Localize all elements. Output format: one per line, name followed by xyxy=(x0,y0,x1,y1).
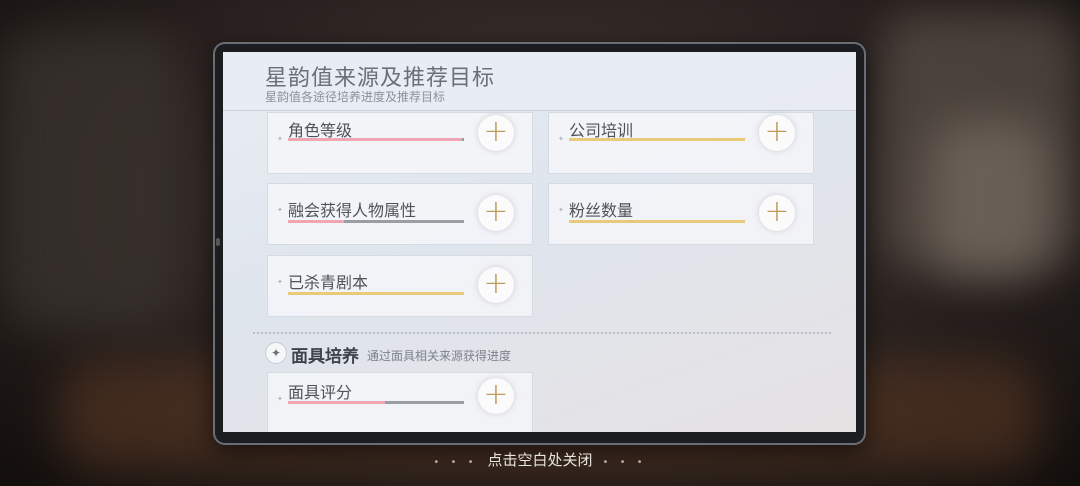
close-hint[interactable]: • • • 点击空白处关闭 • • • xyxy=(0,449,1080,470)
source-card-label: 面具评分 xyxy=(288,383,353,402)
star-icon: ✦ xyxy=(277,135,283,143)
progress-bar xyxy=(569,138,745,141)
section-description: 通过面具相关来源获得进度 xyxy=(367,349,512,363)
panel-header: 星韵值来源及推荐目标 星韵值各途径培养进度及推荐目标 xyxy=(223,52,856,111)
plus-icon[interactable]: + xyxy=(478,195,514,231)
source-card-attributes: ✦ 融会获得人物属性 + xyxy=(267,183,533,245)
progress-bar xyxy=(288,220,464,223)
progress-bar xyxy=(569,220,745,223)
tablet-frame: 星韵值来源及推荐目标 星韵值各途径培养进度及推荐目标 ✦ 角色等级 + ✦ 公司… xyxy=(213,42,866,445)
dots-decoration: • • • xyxy=(433,457,478,468)
source-card-label: 融会获得人物属性 xyxy=(288,201,417,220)
plus-icon[interactable]: + xyxy=(759,195,795,231)
page-subtitle: 星韵值各途径培养进度及推荐目标 xyxy=(265,90,446,104)
source-card-wrapped-scripts: ✦ 已杀青剧本 + xyxy=(267,255,533,317)
source-card-company-training: ✦ 公司培训 + xyxy=(548,112,814,174)
close-hint-text: 点击空白处关闭 xyxy=(487,451,593,469)
source-card-label: 粉丝数量 xyxy=(569,201,634,220)
progress-fill xyxy=(288,220,345,223)
plus-icon[interactable]: + xyxy=(478,378,514,414)
source-card-fans: ✦ 粉丝数量 + xyxy=(548,183,814,245)
progress-fill xyxy=(288,292,464,295)
progress-bar xyxy=(288,292,464,295)
plus-icon[interactable]: + xyxy=(478,267,514,303)
plus-icon[interactable]: + xyxy=(478,115,514,151)
progress-fill xyxy=(288,138,463,141)
source-card-mask-score: ✦ 面具评分 + xyxy=(267,372,533,432)
tablet-screen: 星韵值来源及推荐目标 星韵值各途径培养进度及推荐目标 ✦ 角色等级 + ✦ 公司… xyxy=(223,52,856,432)
background-blur xyxy=(930,120,1050,280)
progress-bar xyxy=(288,401,464,404)
star-icon: ✦ xyxy=(558,206,564,214)
progress-bar xyxy=(288,138,464,141)
background-blur xyxy=(0,30,180,330)
star-icon: ✦ xyxy=(277,278,283,286)
progress-fill xyxy=(569,138,745,141)
dots-decoration: • • • xyxy=(602,457,647,468)
sparkle-icon: ✦ xyxy=(265,342,287,364)
tablet-side-button xyxy=(216,238,220,246)
star-icon: ✦ xyxy=(277,395,283,403)
plus-icon[interactable]: + xyxy=(759,115,795,151)
source-card-role-level: ✦ 角色等级 + xyxy=(267,112,533,174)
section-title: 面具培养 xyxy=(291,347,359,367)
progress-fill xyxy=(569,220,745,223)
progress-fill xyxy=(288,401,385,404)
source-card-label: 已杀青剧本 xyxy=(288,273,369,292)
star-icon: ✦ xyxy=(277,206,283,214)
section-divider xyxy=(253,332,831,334)
star-icon: ✦ xyxy=(558,135,564,143)
